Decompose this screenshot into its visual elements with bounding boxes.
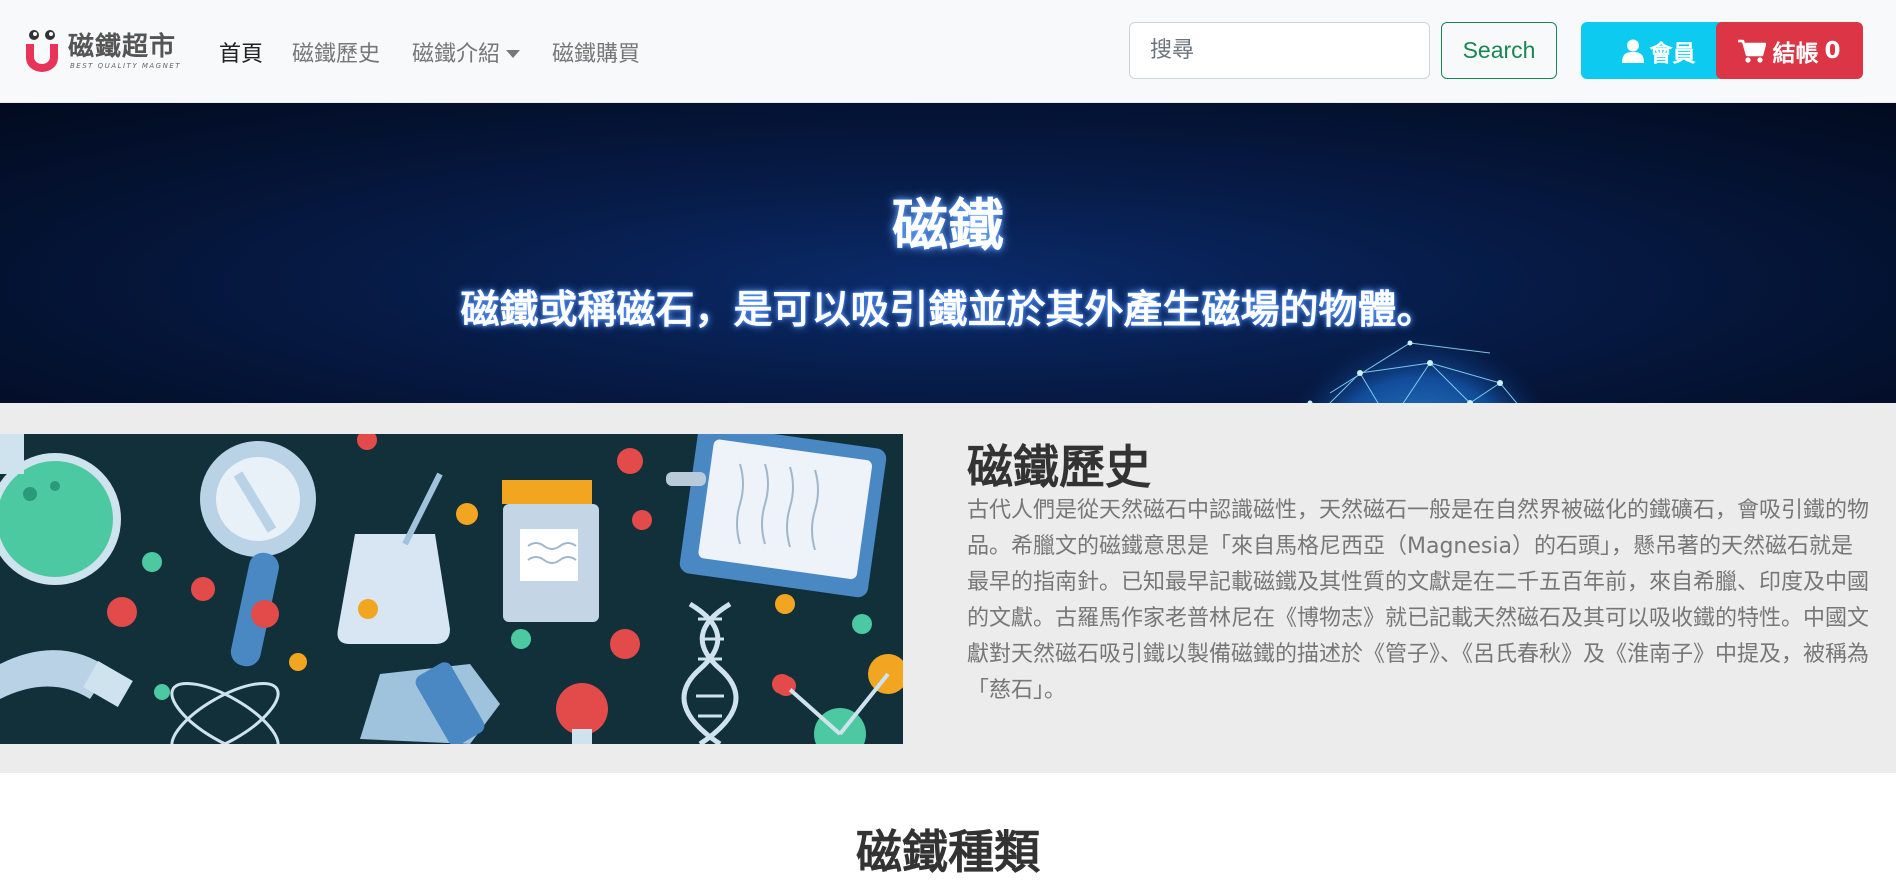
nav-history[interactable]: 磁鐵歷史 <box>292 36 380 68</box>
types-title: 磁鐵種類 <box>856 825 1040 879</box>
search-input[interactable] <box>1129 22 1430 79</box>
hero-banner: 磁鐵 磁鐵或稱磁石，是可以吸引鐵並於其外產生磁場的物體。 <box>0 103 1896 403</box>
cart-button[interactable]: 結帳 0 <box>1716 22 1863 79</box>
search-button[interactable]: Search <box>1441 22 1557 79</box>
nav-buy[interactable]: 磁鐵購買 <box>552 36 640 68</box>
science-lab-illustration <box>0 434 903 744</box>
science-illustration <box>0 434 903 744</box>
magnet-logo-icon <box>26 30 58 72</box>
member-button[interactable]: 會員 <box>1581 22 1736 79</box>
cart-label: 結帳 <box>1772 40 1819 67</box>
cart-icon <box>1738 39 1767 63</box>
nav-intro-label: 磁鐵介紹 <box>412 42 501 67</box>
member-label: 會員 <box>1649 40 1696 67</box>
hero-title: 磁鐵 <box>892 194 1004 259</box>
user-icon <box>1621 39 1644 63</box>
history-title: 磁鐵歷史 <box>967 440 1151 494</box>
history-section: 磁鐵歷史 古代人們是從天然磁石中認識磁性，天然磁石一般是在自然界被磁化的鐵礦石，… <box>0 403 1896 773</box>
cart-count: 0 <box>1824 37 1841 64</box>
brand-logo[interactable]: 磁鐵超市 BEST QUALITY MAGNET <box>22 24 182 76</box>
caret-down-icon <box>506 49 521 58</box>
navbar: 磁鐵超市 BEST QUALITY MAGNET 首頁 磁鐵歷史 磁鐵介紹 磁鐵… <box>0 0 1896 103</box>
hero-subtitle: 磁鐵或稱磁石，是可以吸引鐵並於其外產生磁場的物體。 <box>460 288 1436 333</box>
history-body: 古代人們是從天然磁石中認識磁性，天然磁石一般是在自然界被磁化的鐵礦石，會吸引鐵的… <box>967 498 1870 703</box>
nav-home[interactable]: 首頁 <box>219 36 263 68</box>
brand-name: 磁鐵超市 <box>68 32 177 62</box>
nav-intro-dropdown[interactable]: 磁鐵介紹 <box>412 36 521 68</box>
brand-tagline: BEST QUALITY MAGNET <box>70 62 182 70</box>
